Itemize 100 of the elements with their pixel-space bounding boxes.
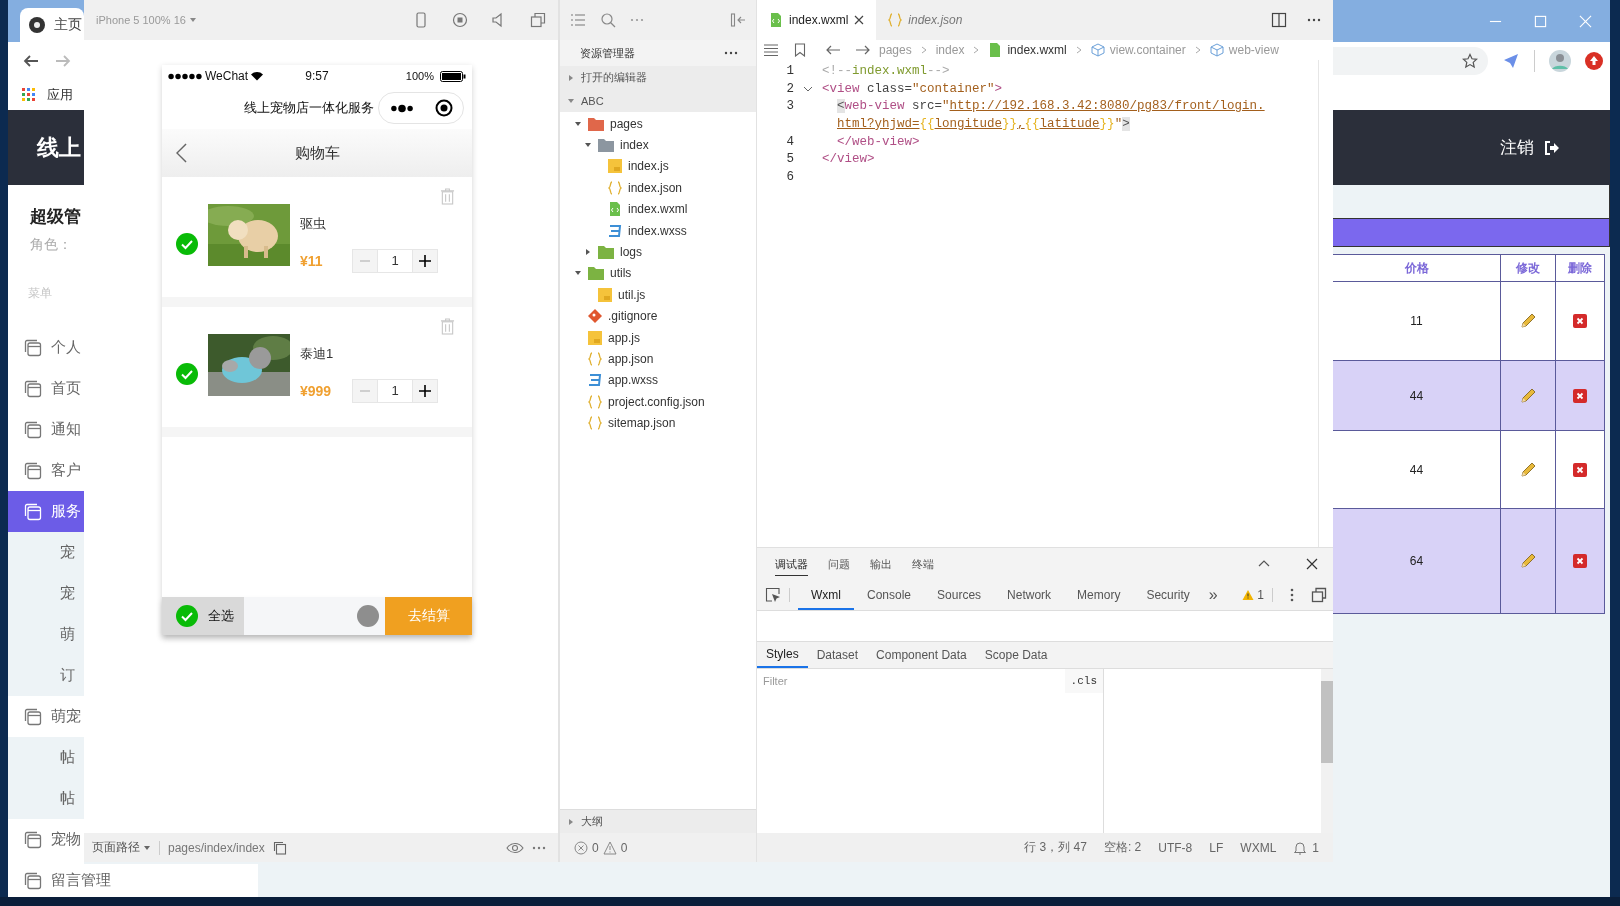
tree-item[interactable]: index.wxss <box>560 219 756 242</box>
close-icon[interactable] <box>1305 557 1319 571</box>
styles-tab[interactable]: Scope Data <box>975 642 1057 668</box>
delete-icon[interactable] <box>1572 461 1588 478</box>
tree-item[interactable]: app.json <box>560 348 756 370</box>
back-icon[interactable] <box>176 143 187 163</box>
delete-icon[interactable] <box>1572 387 1588 404</box>
delete-icon[interactable] <box>1572 313 1588 329</box>
caret-icon[interactable] <box>584 248 592 257</box>
styles-tab[interactable]: Dataset <box>807 642 868 668</box>
close-target-icon[interactable] <box>434 99 453 117</box>
panel-tab[interactable]: 输出 <box>870 556 892 572</box>
tree-item[interactable]: index.json <box>560 177 756 199</box>
checkbox[interactable] <box>176 233 198 255</box>
tree-item[interactable]: project.config.json <box>560 391 756 413</box>
status-item[interactable]: WXML <box>1240 840 1277 855</box>
tree-item[interactable]: app.wxss <box>560 369 756 392</box>
logout-link[interactable]: 注销 <box>1500 136 1560 159</box>
menu-item[interactable]: 通知 <box>8 409 84 450</box>
more-icon[interactable] <box>389 103 414 113</box>
close-icon[interactable] <box>854 15 865 25</box>
tree-item[interactable]: app.js <box>560 326 756 349</box>
menu-item[interactable]: 帖 <box>8 778 84 819</box>
more-tabs-button[interactable]: » <box>1202 586 1224 604</box>
warning-badge[interactable]: 1 <box>1242 588 1264 602</box>
copy-icon[interactable] <box>272 840 287 855</box>
tree-item[interactable]: index.wxml <box>560 198 756 220</box>
checkbox[interactable] <box>176 363 198 385</box>
delete-icon[interactable] <box>1572 553 1588 569</box>
select-all-checkbox[interactable] <box>176 605 198 627</box>
quantity-value[interactable]: 1 <box>377 380 413 402</box>
upgrade-icon[interactable] <box>1585 52 1603 70</box>
pencil-icon[interactable] <box>1519 552 1537 570</box>
increase-button[interactable] <box>413 380 437 402</box>
filter-field[interactable]: Filter <box>757 669 1065 693</box>
menu-item[interactable]: 服务 <box>8 491 84 532</box>
pencil-icon[interactable] <box>1519 460 1537 479</box>
panel-tab[interactable]: 终端 <box>912 556 934 572</box>
status-item[interactable]: UTF-8 <box>1158 840 1193 855</box>
panel-tab[interactable]: 调试器 <box>775 556 808 576</box>
devtools-tab[interactable]: Security <box>1133 580 1203 610</box>
tree-item[interactable]: logs <box>560 241 756 263</box>
scrollbar[interactable] <box>1321 669 1333 833</box>
page-path-selector[interactable]: 页面路径 <box>92 839 151 856</box>
search-icon[interactable] <box>600 12 616 28</box>
tree-item[interactable]: pages <box>560 113 756 135</box>
editor-tab[interactable]: index.wxml <box>757 0 877 40</box>
tree-item[interactable]: util.js <box>560 284 756 306</box>
menu-item[interactable]: 客户 <box>8 450 84 491</box>
devtools-tab[interactable]: Memory <box>1064 580 1134 610</box>
panel-tab[interactable]: 问题 <box>828 556 850 572</box>
outline-list-icon[interactable] <box>763 42 779 58</box>
select-all-label[interactable]: 全选 <box>208 607 234 625</box>
devtools-tab[interactable]: Console <box>854 580 925 610</box>
bookmark-link[interactable]: 应用 <box>22 86 73 104</box>
inspect-icon[interactable] <box>765 587 781 603</box>
browser-tab[interactable]: 主页 <box>20 8 84 42</box>
menu-item[interactable]: 首页 <box>8 368 84 409</box>
menu-item[interactable]: 个人 <box>8 327 84 368</box>
record-icon[interactable] <box>452 12 468 28</box>
devtools-tab[interactable]: Sources <box>924 580 995 610</box>
bird-icon[interactable] <box>1502 52 1520 70</box>
quantity-value[interactable]: 1 <box>377 250 413 272</box>
status-item[interactable]: 空格: 2 <box>1103 839 1142 856</box>
tree-item[interactable]: .gitignore <box>560 305 756 327</box>
split-editor-icon[interactable] <box>1271 12 1287 28</box>
increase-button[interactable] <box>413 250 437 272</box>
section-header[interactable]: ABC <box>560 89 756 112</box>
star-icon[interactable] <box>1462 53 1478 69</box>
devtools-tab[interactable]: Wxml <box>798 580 854 610</box>
tree-item[interactable]: sitemap.json <box>560 412 756 434</box>
menu-item[interactable]: 萌 <box>8 614 84 655</box>
menu-item[interactable]: 宠 <box>8 573 84 614</box>
menu-item[interactable]: 宠 <box>8 532 84 573</box>
product-name: 泰迪1 <box>300 345 335 363</box>
editor-tab[interactable]: index.json <box>876 0 975 40</box>
breadcrumb-item[interactable]: index.wxml <box>988 43 1067 57</box>
bookmark-icon[interactable] <box>793 43 807 57</box>
pencil-icon[interactable] <box>1519 386 1537 405</box>
devtools-tab[interactable]: Network <box>994 580 1065 610</box>
menu-item[interactable]: 宠物 <box>8 819 84 860</box>
status-item[interactable]: LF <box>1209 840 1224 855</box>
tree-item[interactable]: utils <box>560 262 756 285</box>
cls-toggle[interactable]: .cls <box>1064 675 1103 687</box>
window-icon[interactable] <box>530 12 546 28</box>
menu-item[interactable]: 萌宠 <box>8 696 84 737</box>
notification-button[interactable]: 1 <box>1293 840 1319 855</box>
collapse-panel-icon[interactable] <box>730 12 746 28</box>
tree-item[interactable]: index <box>560 134 756 156</box>
undock-icon[interactable] <box>1311 587 1327 603</box>
section-header[interactable]: 大纲 <box>560 809 756 833</box>
avatar-icon[interactable] <box>1549 50 1571 72</box>
pencil-icon[interactable] <box>1519 312 1537 330</box>
caret-icon[interactable] <box>574 119 582 128</box>
status-item[interactable]: 行 3，列 47 <box>1024 839 1087 856</box>
menu-item[interactable]: 订 <box>8 655 84 696</box>
section-header[interactable]: 打开的编辑器 <box>560 66 756 89</box>
styles-tab[interactable]: Component Data <box>867 642 976 668</box>
menu-item[interactable]: 帖 <box>8 737 84 778</box>
tree-item[interactable]: index.js <box>560 155 756 178</box>
